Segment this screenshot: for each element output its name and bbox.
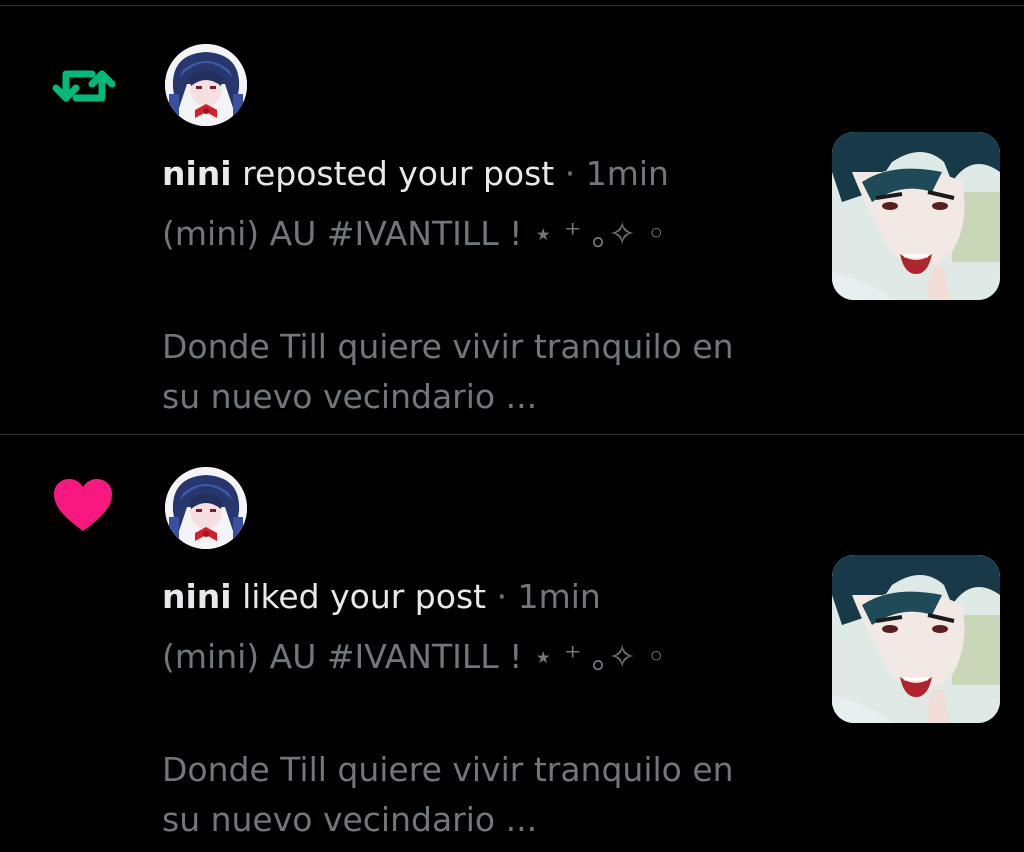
post-body: Donde Till quiere vivir tranquilo en su …: [162, 322, 802, 422]
post-title: (mini) AU #IVANTILL ! ⋆ ⁺ ｡✧ ◦: [162, 214, 666, 253]
heart-icon: [54, 479, 112, 533]
separator-dot: ·: [496, 577, 508, 616]
notification-like[interactable]: nini liked your post · 1min (mini) AU #I…: [0, 429, 1024, 851]
post-body-line: Donde Till quiere vivir tranquilo en: [162, 750, 734, 789]
post-thumbnail[interactable]: [832, 555, 1000, 723]
username[interactable]: nini: [162, 577, 232, 616]
post-body-line: Donde Till quiere vivir tranquilo en: [162, 327, 734, 366]
post-body-line: su nuevo vecindario ...: [162, 377, 538, 416]
repost-icon: [52, 58, 116, 114]
post-thumbnail[interactable]: [832, 132, 1000, 300]
avatar[interactable]: [165, 44, 247, 126]
action-text: reposted your post: [242, 154, 555, 193]
avatar[interactable]: [165, 467, 247, 549]
post-title: (mini) AU #IVANTILL ! ⋆ ⁺ ｡✧ ◦: [162, 637, 666, 676]
username[interactable]: nini: [162, 154, 232, 193]
notification-headline: nini reposted your post · 1min: [162, 154, 669, 194]
timestamp: 1min: [585, 154, 669, 193]
notification-headline: nini liked your post · 1min: [162, 577, 601, 617]
post-body-line: su nuevo vecindario ...: [162, 800, 538, 839]
action-text: liked your post: [242, 577, 487, 616]
separator-dot: ·: [564, 154, 576, 193]
notification-repost[interactable]: nini reposted your post · 1min (mini) AU…: [0, 6, 1024, 435]
timestamp: 1min: [517, 577, 601, 616]
post-body: Donde Till quiere vivir tranquilo en su …: [162, 745, 802, 845]
